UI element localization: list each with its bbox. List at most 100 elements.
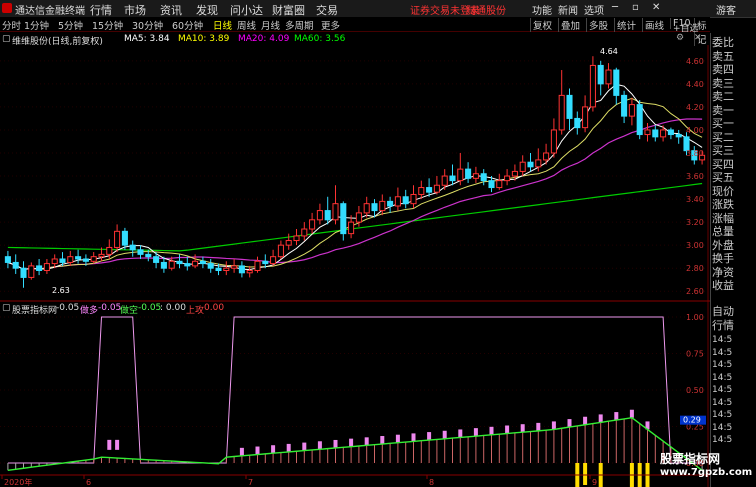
candle-body <box>75 256 82 260</box>
tab-1min[interactable]: 1分钟 <box>24 18 49 32</box>
tab-weekly[interactable]: 周线 <box>237 18 256 32</box>
restore-icon[interactable]: ▫ <box>632 2 639 13</box>
tab-daily[interactable]: 日线 <box>213 18 232 32</box>
candle-body <box>199 260 206 265</box>
candle-body <box>675 134 682 138</box>
indicator-tick-label: 1.00 <box>686 313 704 322</box>
tab-5min[interactable]: 5分钟 <box>58 18 83 32</box>
menu-trade[interactable]: 交易 <box>316 2 338 18</box>
menu-discover[interactable]: 发现 <box>196 2 218 18</box>
candle-body <box>332 203 339 221</box>
candle-body <box>449 175 456 182</box>
indicator-axis: 1.000.750.500.250.000.29 <box>680 313 706 468</box>
menu-fortune[interactable]: 财富圈 <box>272 2 305 18</box>
histogram-top <box>427 432 432 441</box>
histogram-top <box>505 425 510 434</box>
tab-30min[interactable]: 30分钟 <box>132 18 163 32</box>
chart-area[interactable]: 4.60 4.40 4.20 4.00 3.80 3.60 3.40 3.20 3.00 2.80… <box>0 45 710 487</box>
menu-market[interactable]: 市场 <box>124 2 146 18</box>
close-icon[interactable]: ✕ <box>652 2 660 13</box>
minimize-icon[interactable]: ─ <box>612 2 618 13</box>
candle-body <box>504 175 511 182</box>
menu-ask[interactable]: 问小达 <box>230 2 263 18</box>
histogram-top <box>255 446 260 455</box>
histogram-top <box>442 430 447 439</box>
histogram-top <box>411 433 416 442</box>
candle-body <box>285 240 292 246</box>
candle-body <box>192 260 199 267</box>
candle-body <box>4 256 11 263</box>
indicator-tick-label: 0.75 <box>686 350 704 359</box>
ma5-label: MA5: 3.84 <box>124 34 170 44</box>
watermark: 股票指标网 www.7gpzb.com <box>660 450 752 478</box>
histogram-top <box>349 438 354 447</box>
tab-60min[interactable]: 60分钟 <box>172 18 203 32</box>
price-tick-label: 3.00 <box>686 241 704 250</box>
candle-body <box>324 210 331 221</box>
candle-body <box>238 265 245 274</box>
side-lower-1[interactable]: 行情 <box>712 318 756 333</box>
close-chart-icon[interactable]: ✕ <box>694 33 702 43</box>
candle-body <box>496 180 503 189</box>
candle-body <box>527 161 534 168</box>
tab-more[interactable]: 更多 <box>321 18 340 32</box>
candle-body <box>628 104 635 117</box>
stats-button[interactable]: 统计 <box>614 18 636 32</box>
side-lower-0[interactable]: 自动 <box>712 304 756 319</box>
candle-body <box>270 256 277 265</box>
histogram-top <box>271 445 276 454</box>
candle-body <box>535 159 542 168</box>
candle-body <box>550 129 557 154</box>
menu-options[interactable]: 选项 <box>584 2 604 17</box>
histogram-top <box>395 434 400 443</box>
guest-user[interactable]: 游客 <box>716 2 736 17</box>
candle-body <box>348 221 355 235</box>
candle-body <box>402 196 409 205</box>
candle-body <box>129 244 136 251</box>
indicator-value-marker-label: 0.29 <box>683 416 701 425</box>
histogram-top <box>567 419 572 428</box>
broker-name[interactable]: 财通股份 <box>466 2 506 17</box>
settings-icon[interactable]: ⚙ <box>676 33 684 43</box>
candle-body <box>621 94 628 117</box>
candle-body <box>660 129 667 138</box>
add-watchlist-button[interactable]: +自选 <box>673 21 699 34</box>
draw-button[interactable]: 画线 <box>642 18 664 32</box>
tab-multi-period[interactable]: 多周期 <box>285 18 314 32</box>
candle-body <box>145 253 152 258</box>
histogram-top <box>614 412 619 421</box>
date-label: 2020年 <box>4 477 32 487</box>
candle-body <box>410 193 417 205</box>
menu-quotes[interactable]: 行情 <box>90 2 112 18</box>
price-tick-label: 4.40 <box>686 80 704 89</box>
overlay-button[interactable]: 叠加 <box>558 18 580 32</box>
tab-15min[interactable]: 15分钟 <box>92 18 123 32</box>
histogram-top <box>598 414 603 423</box>
candle-body <box>82 258 89 262</box>
adjust-button[interactable]: 复权 <box>530 18 552 32</box>
candle-body <box>293 235 300 242</box>
histogram-top <box>520 424 525 433</box>
candle-body <box>566 94 573 119</box>
menu-function[interactable]: 功能 <box>532 2 552 17</box>
chart-box-icon[interactable]: ▢ <box>2 34 11 44</box>
histogram-top <box>333 439 338 448</box>
tab-monthly[interactable]: 月线 <box>261 18 280 32</box>
indicator-pane <box>0 316 706 487</box>
ma5-line <box>7 83 703 271</box>
candle-body <box>543 152 550 161</box>
candle-body <box>121 230 128 246</box>
time-axis: 2020年 6 7 8 9 <box>0 474 710 487</box>
date-label: 9 <box>592 478 597 487</box>
candle-body <box>184 263 191 267</box>
candle-body <box>558 94 565 131</box>
ma10-label: MA10: 3.89 <box>178 34 230 44</box>
candle-body <box>465 168 472 179</box>
multi-stock-button[interactable]: 多股 <box>586 18 608 32</box>
menu-newsflash[interactable]: 新闻 <box>558 2 578 17</box>
menu-news[interactable]: 资讯 <box>160 2 182 18</box>
tab-intraday[interactable]: 分时 <box>2 18 21 32</box>
price-tick-label: 3.40 <box>686 195 704 204</box>
histogram-top <box>629 409 634 418</box>
histogram-top <box>551 421 556 430</box>
